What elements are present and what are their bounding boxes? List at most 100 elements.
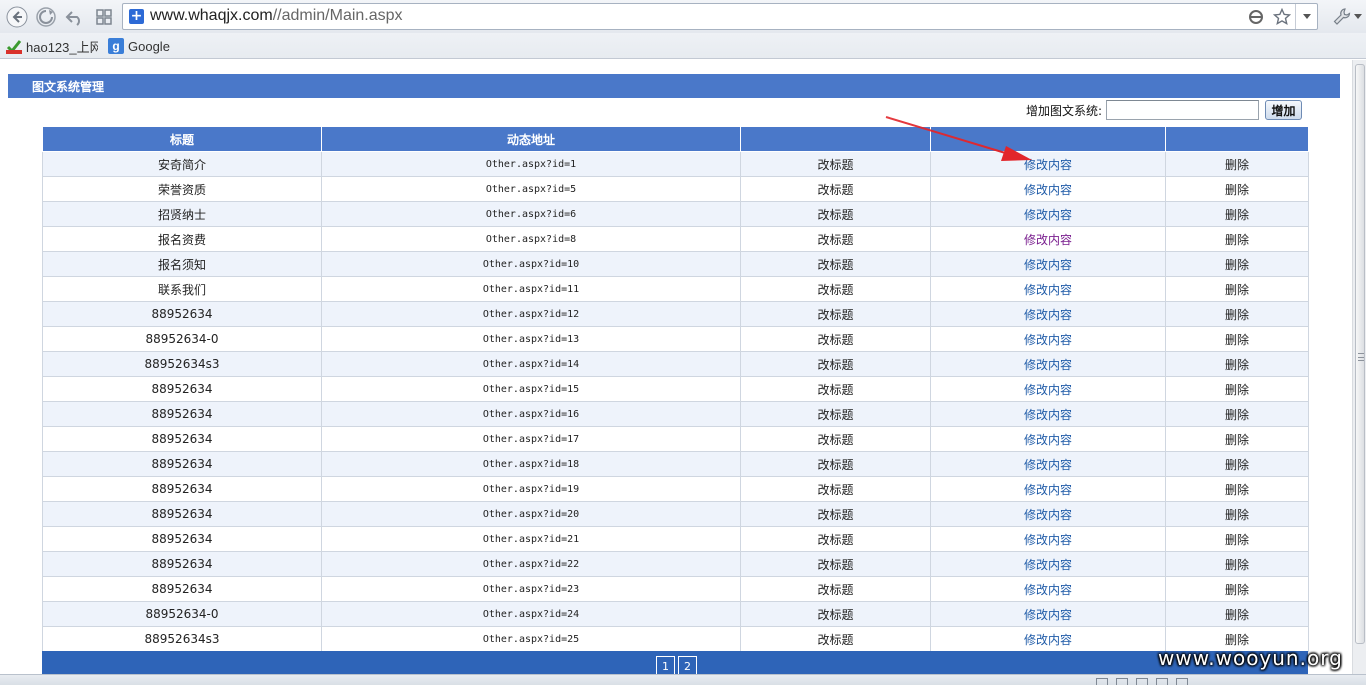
- row-title: 88952634-0: [42, 601, 322, 627]
- address-dropdown-button[interactable]: [1295, 4, 1317, 29]
- row-url: Other.aspx?id=20: [321, 501, 741, 527]
- delete-link[interactable]: 删除: [1225, 258, 1249, 272]
- edit-content-link[interactable]: 修改内容: [1024, 458, 1072, 472]
- add-section-form: 增加图文系统: 增加: [1026, 98, 1303, 122]
- delete-link[interactable]: 删除: [1225, 233, 1249, 247]
- delete-link[interactable]: 删除: [1225, 308, 1249, 322]
- edit-title-link[interactable]: 改标题: [817, 633, 853, 647]
- delete-link[interactable]: 删除: [1225, 333, 1249, 347]
- edit-title-link[interactable]: 改标题: [817, 208, 853, 222]
- edit-content-cell: 修改内容: [930, 351, 1166, 377]
- edit-title-link[interactable]: 改标题: [817, 333, 853, 347]
- page-link-2[interactable]: 2: [678, 656, 697, 674]
- page-link-1[interactable]: 1: [656, 656, 675, 674]
- edit-content-link[interactable]: 修改内容: [1024, 483, 1072, 497]
- edit-title-link[interactable]: 改标题: [817, 433, 853, 447]
- bookmark-google[interactable]: g Google: [108, 37, 170, 55]
- edit-content-link[interactable]: 修改内容: [1024, 383, 1072, 397]
- bookmark-star-button[interactable]: [1269, 4, 1295, 29]
- apps-button[interactable]: [92, 5, 116, 29]
- edit-content-link[interactable]: 修改内容: [1024, 408, 1072, 422]
- edit-title-link[interactable]: 改标题: [817, 408, 853, 422]
- edit-content-link[interactable]: 修改内容: [1024, 233, 1072, 247]
- address-bar[interactable]: + www.whaqjx.com//admin/Main.aspx: [122, 3, 1318, 30]
- reload-button[interactable]: [63, 5, 87, 29]
- row-title: 88952634s3: [144, 632, 220, 646]
- edit-content-link[interactable]: 修改内容: [1024, 633, 1072, 647]
- delete-link[interactable]: 删除: [1225, 633, 1249, 647]
- edit-title-cell: 改标题: [740, 326, 931, 352]
- edit-title-link[interactable]: 改标题: [817, 158, 853, 172]
- watermark: www.wooyun.org: [1158, 646, 1343, 670]
- forward-button[interactable]: [34, 5, 58, 29]
- edit-title-link[interactable]: 改标题: [817, 583, 853, 597]
- edit-content-link[interactable]: 修改内容: [1024, 558, 1072, 572]
- edit-content-link[interactable]: 修改内容: [1024, 208, 1072, 222]
- content-table: 标题 动态地址 安奇简介 Other.aspx?id=1 改标题 修改内容 删除 荣誉资质…: [42, 126, 1309, 652]
- address-text[interactable]: www.whaqjx.com//admin/Main.aspx: [150, 7, 403, 25]
- delete-link[interactable]: 删除: [1225, 358, 1249, 372]
- edit-content-link[interactable]: 修改内容: [1024, 508, 1072, 522]
- delete-link[interactable]: 删除: [1225, 458, 1249, 472]
- vertical-scrollbar[interactable]: [1352, 60, 1366, 674]
- edit-title-cell: 改标题: [740, 426, 931, 452]
- row-title: 88952634s3: [144, 357, 220, 371]
- delete-link[interactable]: 删除: [1225, 508, 1249, 522]
- delete-link[interactable]: 删除: [1225, 558, 1249, 572]
- delete-link[interactable]: 删除: [1225, 408, 1249, 422]
- edit-content-link[interactable]: 修改内容: [1024, 608, 1072, 622]
- tools-menu-button[interactable]: [1330, 5, 1364, 29]
- edit-title-link[interactable]: 改标题: [817, 283, 853, 297]
- row-url: Other.aspx?id=6: [485, 208, 577, 220]
- edit-content-link[interactable]: 修改内容: [1024, 258, 1072, 272]
- status-icon: [1176, 678, 1188, 685]
- edit-title-link[interactable]: 改标题: [817, 558, 853, 572]
- edit-content-link[interactable]: 修改内容: [1024, 533, 1072, 547]
- edit-content-link[interactable]: 修改内容: [1024, 158, 1072, 172]
- delete-link[interactable]: 删除: [1225, 208, 1249, 222]
- edit-title-link[interactable]: 改标题: [817, 358, 853, 372]
- edit-content-link[interactable]: 修改内容: [1024, 308, 1072, 322]
- row-title: 88952634: [151, 557, 213, 571]
- edit-title-link[interactable]: 改标题: [817, 533, 853, 547]
- edit-content-link[interactable]: 修改内容: [1024, 183, 1072, 197]
- edit-title-link[interactable]: 改标题: [817, 308, 853, 322]
- delete-link[interactable]: 删除: [1225, 283, 1249, 297]
- delete-link[interactable]: 删除: [1225, 608, 1249, 622]
- delete-link[interactable]: 删除: [1225, 483, 1249, 497]
- delete-link[interactable]: 删除: [1225, 158, 1249, 172]
- row-title: 88952634: [42, 426, 322, 452]
- add-button[interactable]: 增加: [1265, 100, 1303, 120]
- compat-view-button[interactable]: [1243, 4, 1269, 29]
- edit-title-cell: 改标题: [740, 551, 931, 577]
- edit-title-link[interactable]: 改标题: [817, 608, 853, 622]
- edit-content-link[interactable]: 修改内容: [1024, 358, 1072, 372]
- chevron-down-icon: [1302, 13, 1311, 19]
- delete-link[interactable]: 删除: [1225, 433, 1249, 447]
- edit-title-link[interactable]: 改标题: [817, 508, 853, 522]
- table-row: 招贤纳士 Other.aspx?id=6 改标题 修改内容 删除: [42, 201, 1309, 227]
- row-url: Other.aspx?id=10: [321, 251, 741, 277]
- edit-content-link[interactable]: 修改内容: [1024, 333, 1072, 347]
- table-row: 88952634 Other.aspx?id=20 改标题 修改内容 删除: [42, 501, 1309, 527]
- edit-content-link[interactable]: 修改内容: [1024, 583, 1072, 597]
- row-title: 88952634: [151, 407, 213, 421]
- edit-content-link[interactable]: 修改内容: [1024, 433, 1072, 447]
- back-button[interactable]: [5, 5, 29, 29]
- edit-title-link[interactable]: 改标题: [817, 483, 853, 497]
- edit-title-link[interactable]: 改标题: [817, 258, 853, 272]
- edit-title-cell: 改标题: [740, 576, 931, 602]
- delete-link[interactable]: 删除: [1225, 183, 1249, 197]
- delete-link[interactable]: 删除: [1225, 583, 1249, 597]
- row-title: 88952634-0: [145, 607, 219, 621]
- edit-title-link[interactable]: 改标题: [817, 383, 853, 397]
- bookmark-hao123[interactable]: hao123_上网: [6, 37, 98, 55]
- edit-title-link[interactable]: 改标题: [817, 183, 853, 197]
- edit-content-link[interactable]: 修改内容: [1024, 283, 1072, 297]
- edit-title-link[interactable]: 改标题: [817, 458, 853, 472]
- delete-link[interactable]: 删除: [1225, 533, 1249, 547]
- add-section-input[interactable]: [1106, 100, 1260, 120]
- delete-link[interactable]: 删除: [1225, 383, 1249, 397]
- scrollbar-thumb[interactable]: [1355, 64, 1365, 644]
- edit-title-link[interactable]: 改标题: [817, 233, 853, 247]
